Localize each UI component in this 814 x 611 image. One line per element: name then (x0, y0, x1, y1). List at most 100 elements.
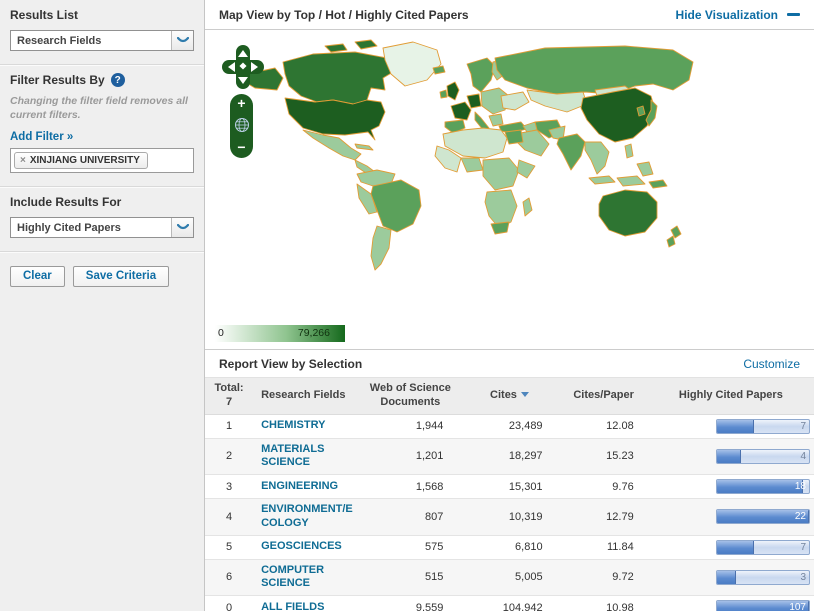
map-region-france[interactable] (451, 102, 471, 120)
hcp-bar-fill (717, 450, 741, 463)
map-region-canada[interactable] (283, 52, 393, 104)
hcp-bar-fill (717, 480, 803, 493)
map-region-china[interactable] (581, 88, 655, 142)
hcp-bar-value: 7 (800, 420, 806, 434)
hcp-bar: 4 (716, 449, 810, 464)
map-region-central-africa[interactable] (483, 158, 519, 190)
map-region-arctic-islands[interactable] (325, 44, 347, 52)
row-docs: 515 (361, 559, 459, 596)
map-region-argentina[interactable] (371, 226, 391, 270)
hcp-bar: 7 (716, 419, 810, 434)
map-region-australia[interactable] (599, 190, 657, 236)
highly-cited-papers-header: Highly Cited Papers (648, 378, 814, 414)
map-region-southern-africa[interactable] (485, 190, 517, 228)
row-cites: 15,301 (459, 475, 559, 499)
filter-note: Changing the filter field removes all cu… (10, 95, 194, 129)
research-field-link[interactable]: ENGINEERING (261, 480, 338, 494)
map-region-korea[interactable] (637, 106, 645, 116)
map-region-egypt[interactable] (505, 130, 523, 144)
map-region-arctic-islands[interactable] (355, 40, 377, 49)
map-region-usa[interactable] (285, 98, 385, 140)
legend-max-value: 79,266 (298, 327, 330, 339)
map-region-indonesia[interactable] (589, 176, 615, 184)
hcp-bar-value: 18 (795, 480, 806, 494)
map-pan-control[interactable] (221, 44, 265, 90)
row-docs: 1,568 (361, 475, 459, 499)
map-region-philippines[interactable] (625, 144, 633, 158)
hcp-bar-value: 22 (795, 510, 806, 524)
add-filter-link[interactable]: Add Filter » (10, 131, 73, 148)
help-icon[interactable]: ? (111, 73, 125, 87)
zoom-out-icon[interactable]: − (237, 141, 245, 153)
research-field-link[interactable]: COMPUTER SCIENCE (261, 564, 359, 592)
row-cites: 18,297 (459, 438, 559, 475)
table-row: 6 COMPUTER SCIENCE 515 5,005 9.72 3 (205, 559, 814, 596)
map-region-new-guinea[interactable] (649, 180, 667, 188)
row-cites-per-paper: 9.76 (560, 475, 648, 499)
map-region-iceland[interactable] (433, 66, 445, 74)
map-region-caribbean[interactable] (355, 144, 373, 150)
research-field-link[interactable]: CHEMISTRY (261, 419, 325, 433)
table-row: 2 MATERIALS SCIENCE 1,201 18,297 15.23 4 (205, 438, 814, 475)
row-cites: 6,810 (459, 535, 559, 559)
row-cites-per-paper: 12.79 (560, 499, 648, 536)
row-rank: 6 (205, 559, 253, 596)
legend-min-value: 0 (218, 327, 224, 339)
research-field-link[interactable]: GEOSCIENCES (261, 540, 342, 554)
map-view-title: Map View by Top / Hot / Highly Cited Pap… (219, 8, 469, 22)
map-region-russia[interactable] (495, 46, 693, 94)
include-results-select[interactable]: Highly Cited Papers (10, 217, 194, 238)
research-field-link[interactable]: MATERIALS SCIENCE (261, 443, 359, 471)
globe-icon[interactable] (234, 117, 250, 133)
map-region-scandinavia[interactable] (467, 58, 495, 92)
results-list-title: Results List (10, 6, 194, 30)
hcp-bar: 22 (716, 509, 810, 524)
chevron-down-icon[interactable] (171, 31, 193, 50)
filter-input-box[interactable]: × XINJIANG UNIVERSITY (10, 148, 194, 173)
map-region-uk[interactable] (447, 82, 459, 100)
remove-tag-icon[interactable]: × (20, 155, 26, 166)
hcp-bar: 18 (716, 479, 810, 494)
results-list-section: Results List Research Fields (0, 0, 204, 65)
filter-tag-label: XINJIANG UNIVERSITY (30, 155, 140, 166)
hcp-bar-fill (717, 541, 754, 554)
filter-section: Filter Results By ? Changing the filter … (0, 65, 204, 187)
map-region-ireland[interactable] (440, 90, 447, 98)
map-region-brazil[interactable] (371, 180, 421, 232)
map-region-borneo[interactable] (637, 162, 653, 176)
clear-button[interactable]: Clear (10, 266, 65, 287)
customize-link[interactable]: Customize (743, 357, 800, 371)
map-region-india[interactable] (557, 134, 585, 170)
row-rank: 4 (205, 499, 253, 536)
row-cites-per-paper: 15.23 (560, 438, 648, 475)
filter-section-title: Filter Results By (10, 73, 105, 87)
row-docs: 9,559 (361, 596, 459, 611)
zoom-in-icon[interactable]: + (237, 97, 245, 109)
research-field-link[interactable]: ENVIRONMENT/ECOLOGY (261, 503, 359, 531)
table-row: 3 ENGINEERING 1,568 15,301 9.76 18 (205, 475, 814, 499)
filter-tag[interactable]: × XINJIANG UNIVERSITY (14, 152, 148, 169)
world-map[interactable] (205, 34, 814, 316)
map-region-madagascar[interactable] (523, 198, 532, 216)
chevron-down-icon[interactable] (171, 218, 193, 237)
page: Results List Research Fields Filter Resu… (0, 0, 814, 611)
map-region-balkans[interactable] (489, 114, 503, 126)
hide-visualization-link[interactable]: Hide Visualization (676, 8, 800, 22)
map-region-southeast-asia[interactable] (585, 142, 609, 174)
save-criteria-button[interactable]: Save Criteria (73, 266, 169, 287)
map-region-south-africa[interactable] (491, 222, 509, 234)
map-zoom-control[interactable]: + − (230, 94, 253, 158)
map-region-new-zealand[interactable] (667, 236, 675, 247)
map-region-indonesia[interactable] (617, 176, 645, 186)
results-list-select[interactable]: Research Fields (10, 30, 194, 51)
cites-sort-header[interactable]: Cites (459, 378, 559, 414)
include-results-section: Include Results For Highly Cited Papers (0, 187, 204, 252)
map-region-nigeria[interactable] (461, 158, 483, 172)
map-region-germany[interactable] (467, 94, 481, 108)
hcp-bar: 107 (716, 600, 810, 611)
map-region-horn-of-africa[interactable] (517, 160, 535, 178)
row-cites-per-paper: 11.84 (560, 535, 648, 559)
research-field-link[interactable]: ALL FIELDS (261, 601, 324, 611)
map-region-greenland[interactable] (383, 42, 441, 86)
hcp-bar-value: 7 (800, 541, 806, 555)
